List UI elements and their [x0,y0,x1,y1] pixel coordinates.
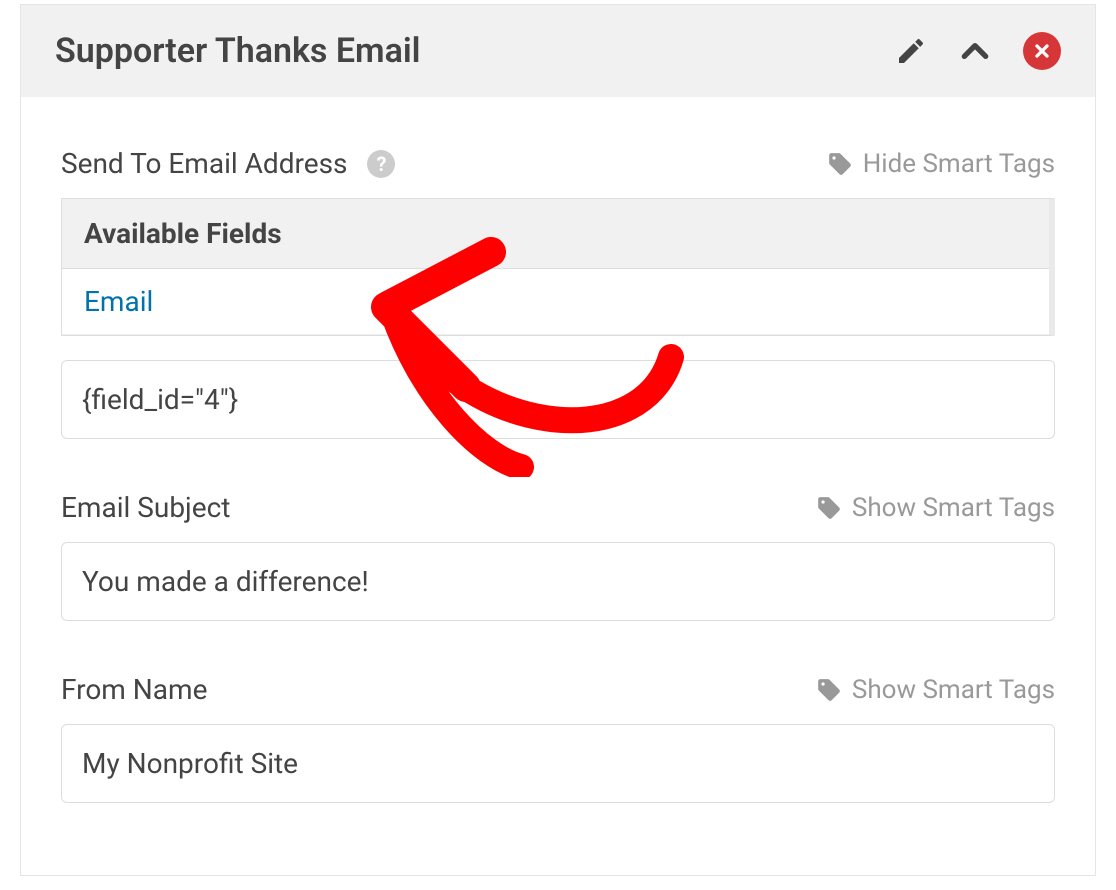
panel-body: Send To Email Address ? Hide Smart Tags … [21,97,1095,875]
send-to-section: Send To Email Address ? Hide Smart Tags … [61,147,1055,439]
email-subject-section: Email Subject Show Smart Tags [61,491,1055,621]
from-name-label: From Name [61,673,207,706]
show-smart-tags-toggle-fromname[interactable]: Show Smart Tags [816,675,1055,705]
tags-icon [827,151,853,177]
available-fields-box: Available Fields Email [61,198,1055,336]
show-smart-tags-toggle-subject[interactable]: Show Smart Tags [816,493,1055,523]
panel-header: Supporter Thanks Email [21,5,1095,97]
label-row: Email Subject Show Smart Tags [61,491,1055,524]
toggle-text: Show Smart Tags [852,675,1055,705]
notification-panel: Supporter Thanks Email Send To Email Add… [20,4,1096,876]
label-text: From Name [61,673,207,706]
from-name-input[interactable] [61,724,1055,803]
collapse-button[interactable] [959,35,991,67]
tags-icon [816,495,842,521]
close-icon [1032,41,1052,61]
chevron-up-icon [959,35,991,67]
label-text: Email Subject [61,491,230,524]
close-button[interactable] [1023,32,1061,70]
email-subject-input[interactable] [61,542,1055,621]
label-row: From Name Show Smart Tags [61,673,1055,706]
help-icon[interactable]: ? [367,150,395,178]
toggle-text: Hide Smart Tags [863,149,1055,179]
available-field-email[interactable]: Email [62,269,1049,335]
edit-button[interactable] [895,35,927,67]
tags-icon [816,677,842,703]
available-fields-header: Available Fields [62,199,1049,269]
label-row: Send To Email Address ? Hide Smart Tags [61,147,1055,180]
panel-title: Supporter Thanks Email [55,31,421,71]
header-actions [895,32,1061,70]
toggle-text: Show Smart Tags [852,493,1055,523]
pencil-icon [895,35,927,67]
send-to-label: Send To Email Address ? [61,147,395,180]
label-text: Send To Email Address [61,147,347,180]
email-subject-label: Email Subject [61,491,230,524]
from-name-section: From Name Show Smart Tags [61,673,1055,803]
hide-smart-tags-toggle[interactable]: Hide Smart Tags [827,149,1055,179]
send-to-input[interactable] [61,360,1055,439]
